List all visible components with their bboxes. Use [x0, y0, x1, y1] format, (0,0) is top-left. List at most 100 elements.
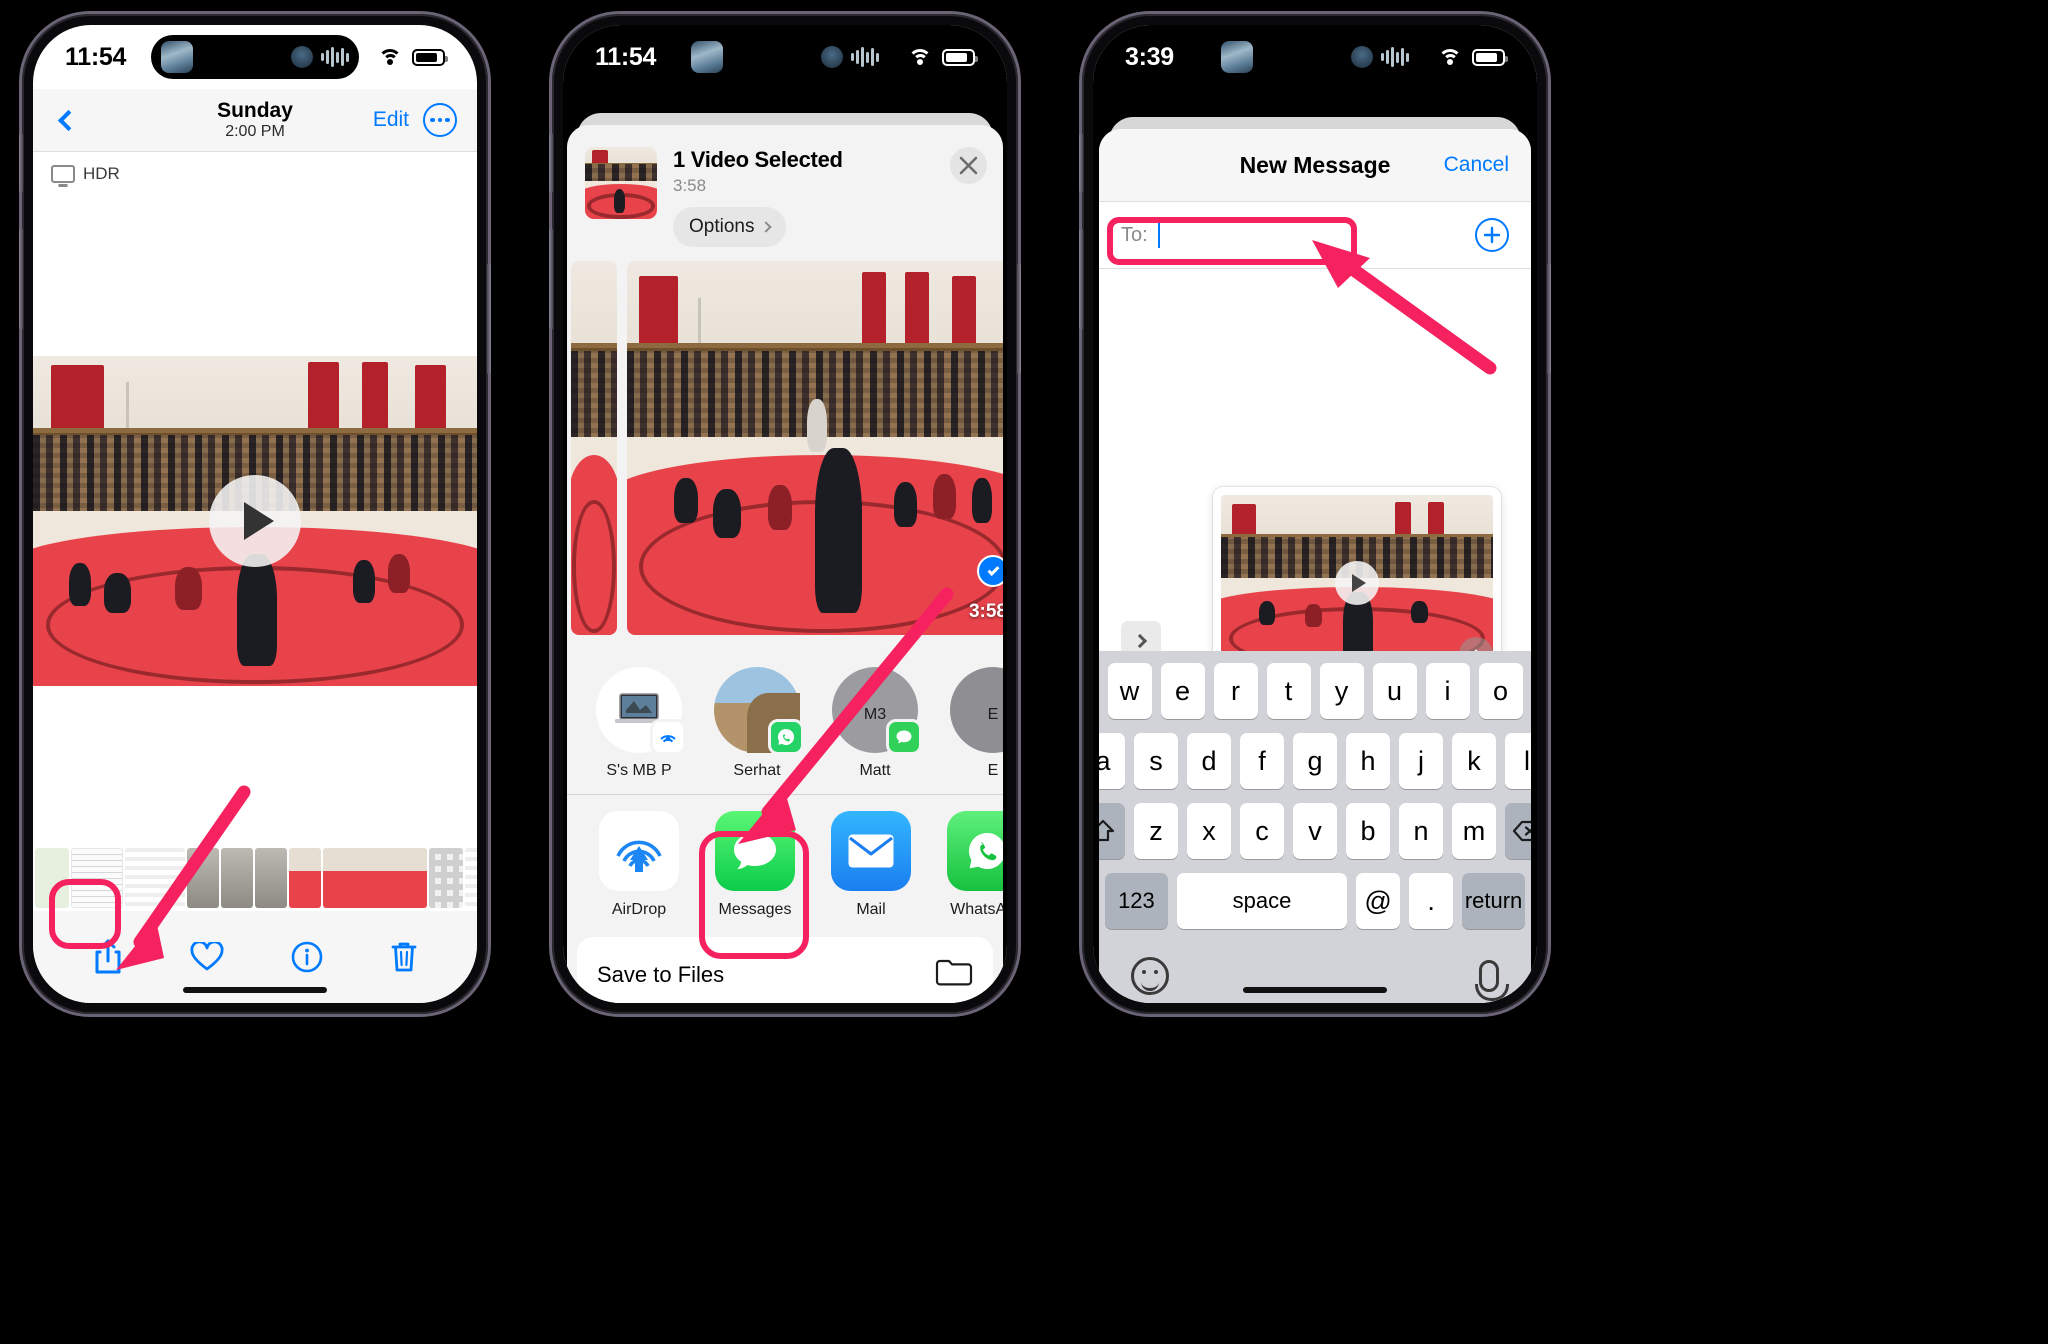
- delete-button[interactable]: [390, 940, 418, 974]
- video-preview[interactable]: [33, 355, 477, 686]
- shift-icon: [1099, 819, 1115, 842]
- key-z[interactable]: z: [1134, 803, 1178, 859]
- airdrop-icon: [616, 840, 662, 872]
- keyboard-row-2: a s d f g h j k l: [1099, 733, 1531, 789]
- battery-icon: [1472, 48, 1508, 66]
- key-y[interactable]: y: [1319, 663, 1364, 719]
- annotation-arrow-to-messages: [738, 587, 954, 844]
- return-key[interactable]: return: [1462, 873, 1525, 929]
- folder-icon: [935, 957, 973, 993]
- status-time: 3:39: [1125, 42, 1174, 71]
- filmstrip-thumb[interactable]: [289, 848, 321, 908]
- key-s[interactable]: s: [1134, 733, 1178, 789]
- new-message-nav-bar: New Message Cancel: [1099, 129, 1531, 201]
- key-t[interactable]: t: [1266, 663, 1311, 719]
- period-key[interactable]: .: [1409, 873, 1454, 929]
- key-h[interactable]: h: [1346, 733, 1390, 789]
- island-app-icon: [691, 41, 723, 73]
- at-key[interactable]: @: [1356, 873, 1401, 929]
- options-button[interactable]: Options: [673, 207, 787, 247]
- key-d[interactable]: d: [1187, 733, 1231, 789]
- filmstrip-thumb[interactable]: [465, 848, 477, 908]
- preview-card-current[interactable]: 3:58: [627, 261, 1003, 635]
- play-button[interactable]: [1335, 561, 1379, 605]
- filmstrip-thumb[interactable]: [35, 848, 69, 908]
- onscreen-keyboard: q w e r t y u i o p a: [1099, 651, 1531, 1003]
- chevron-right-icon: [760, 221, 773, 233]
- key-n[interactable]: n: [1399, 803, 1443, 859]
- keyboard-bottom-row: [1105, 943, 1525, 1003]
- phone-new-message: 3:39 New Message Cancel To: w e r t y u …: [1079, 14, 1551, 1014]
- dynamic-island[interactable]: [1211, 35, 1419, 79]
- hdr-label: HDR: [83, 164, 120, 183]
- preview-card-prev[interactable]: [571, 261, 617, 635]
- phone-photos-viewer: 11:54 Sunday 2:00 PM Edit HDR: [19, 14, 491, 1014]
- phone2-screen: 11:54 1 Video Selected 3:58 Options 3:58…: [563, 25, 1007, 1003]
- shift-key[interactable]: [1099, 803, 1125, 859]
- display-icon: [51, 165, 75, 183]
- key-m[interactable]: m: [1452, 803, 1496, 859]
- key-f[interactable]: f: [1240, 733, 1284, 789]
- island-artwork-icon: [1351, 46, 1373, 68]
- key-o[interactable]: o: [1478, 663, 1523, 719]
- key-v[interactable]: v: [1293, 803, 1337, 859]
- status-time: 11:54: [65, 42, 127, 71]
- wifi-icon: [907, 48, 933, 67]
- filmstrip-thumb-current[interactable]: [323, 848, 427, 908]
- info-button[interactable]: [291, 941, 323, 973]
- key-c[interactable]: c: [1240, 803, 1284, 859]
- backspace-key[interactable]: [1505, 803, 1531, 859]
- edit-button[interactable]: Edit: [373, 108, 409, 132]
- options-label: Options: [689, 216, 755, 237]
- key-x[interactable]: x: [1187, 803, 1231, 859]
- cancel-button[interactable]: Cancel: [1444, 153, 1509, 177]
- island-artwork-icon: [291, 46, 313, 68]
- to-field-label: To:: [1121, 223, 1148, 246]
- info-icon: [291, 941, 322, 973]
- key-e[interactable]: e: [1160, 663, 1205, 719]
- photo-nav-bar: Sunday 2:00 PM Edit: [33, 89, 477, 151]
- wifi-icon: [377, 48, 403, 67]
- play-button[interactable]: [209, 474, 301, 567]
- text-caret: [1157, 222, 1160, 248]
- key-i[interactable]: i: [1425, 663, 1470, 719]
- dynamic-island[interactable]: [151, 35, 359, 79]
- dictation-key[interactable]: [1475, 960, 1509, 1001]
- phone-share-sheet: 11:54 1 Video Selected 3:58 Options 3:58…: [549, 14, 1021, 1014]
- save-to-files-row[interactable]: Save to Files: [577, 937, 993, 1003]
- key-a[interactable]: a: [1099, 733, 1125, 789]
- close-button[interactable]: [950, 147, 987, 184]
- key-j[interactable]: j: [1399, 733, 1443, 789]
- space-key[interactable]: space: [1176, 873, 1348, 929]
- backspace-icon: [1512, 820, 1531, 842]
- back-chevron-icon[interactable]: [57, 109, 80, 131]
- key-u[interactable]: u: [1372, 663, 1417, 719]
- selected-check-badge[interactable]: [977, 555, 1003, 587]
- chevron-right-icon: [1132, 633, 1147, 649]
- share-app-airdrop[interactable]: AirDrop: [593, 811, 685, 919]
- filmstrip-thumb[interactable]: [255, 848, 287, 908]
- screenshot-stage: 11:54 Sunday 2:00 PM Edit HDR 11:54 1 Vi…: [0, 0, 2048, 1344]
- selected-video-thumbnail: [585, 147, 657, 219]
- key-k[interactable]: k: [1452, 733, 1496, 789]
- numbers-key[interactable]: 123: [1105, 873, 1168, 929]
- island-artwork-icon: [821, 46, 843, 68]
- close-icon: [959, 156, 978, 175]
- battery-icon: [412, 48, 448, 66]
- share-app-label: Mail: [856, 901, 886, 918]
- emoji-key[interactable]: [1131, 957, 1169, 995]
- key-b[interactable]: b: [1346, 803, 1390, 859]
- filmstrip-thumb[interactable]: [429, 848, 463, 908]
- key-l[interactable]: l: [1505, 733, 1531, 789]
- key-g[interactable]: g: [1293, 733, 1337, 789]
- more-options-button[interactable]: [423, 103, 457, 137]
- key-w[interactable]: w: [1107, 663, 1152, 719]
- share-actions-list: Save to Files: [577, 937, 993, 1003]
- dynamic-island[interactable]: [681, 35, 889, 79]
- check-icon: [986, 563, 1000, 576]
- suggestion-airdrop-device[interactable]: S's MB P: [593, 667, 686, 780]
- share-sheet-duration: 3:58: [673, 176, 707, 195]
- island-waveform-icon: [1381, 46, 1409, 68]
- key-r[interactable]: r: [1213, 663, 1258, 719]
- island-app-icon: [1221, 41, 1253, 73]
